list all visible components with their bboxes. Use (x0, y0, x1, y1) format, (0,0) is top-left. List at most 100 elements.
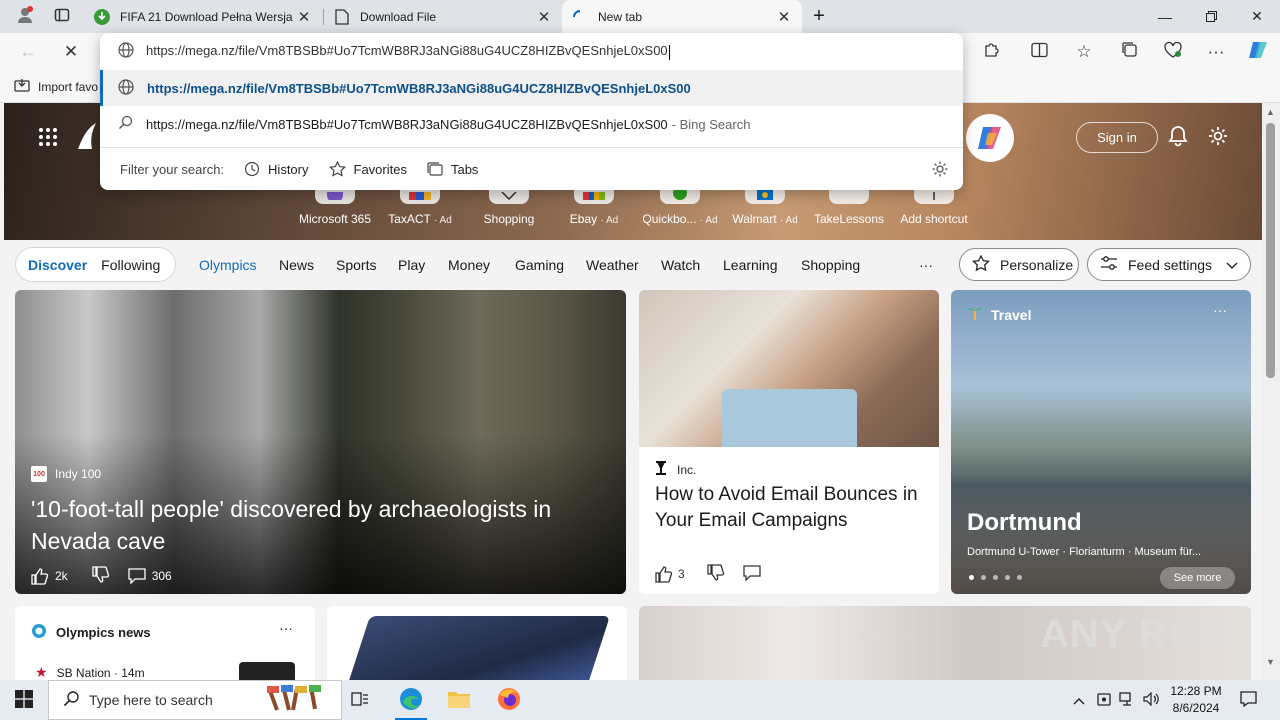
comments-button[interactable]: 306 (128, 568, 172, 584)
restore-button[interactable] (1188, 0, 1234, 33)
quick-link-label: Add shortcut (900, 212, 968, 226)
tab-discover[interactable]: Discover (28, 257, 87, 273)
tab-close-button[interactable]: ✕ (536, 8, 552, 26)
nav-play[interactable]: Play (398, 257, 425, 273)
article-card-main[interactable]: 100 Indy 100 '10-foot-tall people' disco… (15, 290, 626, 594)
address-bar[interactable]: https://mega.nz/file/Vm8TBSBb#Uo7TcmWB8R… (100, 33, 963, 70)
laptop-image (722, 389, 857, 447)
minimize-button[interactable]: — (1142, 0, 1188, 33)
minimize-icon: — (1158, 8, 1172, 25)
tab-download-file[interactable]: Download File ✕ (324, 0, 562, 33)
search-settings-button[interactable] (931, 160, 949, 181)
favorites-button[interactable]: ☆ (1066, 33, 1102, 71)
scroll-down-icon[interactable]: ▼ (1266, 657, 1275, 667)
quick-link-label: Quickbo... (642, 212, 697, 226)
nav-watch[interactable]: Watch (661, 257, 700, 273)
article-headline[interactable]: How to Avoid Email Bounces in Your Email… (655, 482, 925, 534)
notification-icon (1239, 690, 1257, 710)
edge-taskbar-button[interactable] (387, 680, 435, 720)
browser-essentials-button[interactable] (1155, 33, 1191, 71)
network-tray-button[interactable] (1116, 680, 1138, 720)
nav-weather[interactable]: Weather (586, 257, 639, 273)
notification-center-button[interactable] (1234, 680, 1262, 720)
back-button[interactable]: ← (10, 33, 46, 71)
nav-learning[interactable]: Learning (723, 257, 778, 273)
comments-button[interactable] (743, 564, 761, 584)
defender-tray-button[interactable] (1093, 680, 1115, 720)
split-screen-button[interactable] (1021, 33, 1057, 71)
filter-tabs[interactable]: Tabs (427, 162, 478, 177)
import-favorites-button[interactable]: Import favo (14, 78, 98, 95)
task-view-icon (351, 691, 369, 710)
file-explorer-taskbar-button[interactable] (435, 680, 483, 720)
extensions-button[interactable] (973, 33, 1009, 71)
dislike-button[interactable] (92, 566, 110, 586)
taskbar-search-box[interactable]: Type here to search (48, 680, 342, 720)
tab-following[interactable]: Following (101, 257, 160, 273)
thumbs-down-icon (707, 564, 724, 581)
suggestion-url[interactable]: https://mega.nz/file/Vm8TBSBb#Uo7TcmWB8R… (100, 70, 963, 106)
copilot-button[interactable] (1240, 33, 1276, 71)
close-window-button[interactable]: ✕ (1234, 0, 1280, 33)
page-scrollbar[interactable]: ▲ ▼ (1262, 103, 1280, 680)
volume-tray-button[interactable] (1140, 680, 1162, 720)
chevron-down-icon (1226, 257, 1238, 273)
tab-fifa[interactable]: FIFA 21 Download Pełna Wersja z ✕ (84, 0, 322, 33)
firefox-taskbar-button[interactable] (485, 680, 533, 720)
address-input[interactable]: https://mega.nz/file/Vm8TBSBb#Uo7TcmWB8R… (146, 43, 670, 60)
tab-close-button[interactable]: ✕ (296, 8, 312, 26)
feed-toggle: Discover Following (15, 247, 176, 282)
olympics-news-card[interactable]: Olympics news ··· ★ SB Nation · 14m (15, 606, 315, 680)
news-item[interactable]: ★ SB Nation · 14m (35, 664, 145, 680)
article-headline[interactable]: '10-foot-tall people' discovered by arch… (31, 493, 621, 557)
thumbs-down-icon (92, 566, 109, 583)
suggestion-bing-search[interactable]: https://mega.nz/file/Vm8TBSBb#Uo7TcmWB8R… (100, 106, 963, 142)
nav-more-button[interactable]: ··· (919, 257, 933, 273)
profile-button[interactable] (6, 0, 44, 33)
filter-history[interactable]: History (244, 161, 309, 177)
nav-money[interactable]: Money (448, 257, 490, 273)
clock-time: 12:28 PM (1170, 684, 1222, 698)
show-hidden-icons-button[interactable] (1068, 680, 1090, 720)
page-settings-gear-icon[interactable] (1207, 125, 1229, 150)
scrollbar-thumb[interactable] (1266, 123, 1275, 378)
filter-history-label: History (268, 161, 309, 177)
history-icon (244, 161, 260, 177)
article-card-inc[interactable]: Inc. How to Avoid Email Bounces in Your … (639, 290, 939, 594)
card-more-button[interactable]: ··· (279, 620, 293, 636)
start-button[interactable] (0, 680, 48, 720)
scroll-up-icon[interactable]: ▲ (1266, 107, 1275, 117)
article-card-mixer[interactable] (327, 606, 627, 680)
app-launcher-icon[interactable] (38, 127, 58, 150)
filter-label: Filter your search: (120, 161, 225, 177)
nav-olympics[interactable]: Olympics (199, 257, 257, 273)
settings-menu-button[interactable]: ··· (1198, 33, 1234, 71)
like-button[interactable]: 2k (31, 567, 68, 585)
tab-close-button[interactable]: ✕ (776, 8, 792, 26)
like-button[interactable]: 3 (655, 565, 685, 583)
sign-in-button[interactable]: Sign in (1076, 122, 1158, 153)
tab-new-tab[interactable]: New tab ✕ (562, 0, 802, 33)
tab-title: Download File (360, 9, 437, 24)
filter-favorites[interactable]: Favorites (328, 161, 407, 177)
nav-gaming[interactable]: Gaming (515, 257, 564, 273)
task-view-button[interactable] (336, 680, 384, 720)
new-tab-button[interactable]: + (806, 0, 832, 33)
nav-sports[interactable]: Sports (336, 257, 376, 273)
stop-button[interactable]: ✕ (53, 33, 89, 71)
copilot-icon[interactable] (966, 114, 1014, 162)
nav-news[interactable]: News (279, 257, 314, 273)
see-more-button[interactable]: See more (1160, 567, 1235, 589)
dislike-button[interactable] (707, 564, 725, 584)
nav-shopping[interactable]: Shopping (801, 257, 860, 273)
collections-button[interactable] (1111, 33, 1147, 71)
personalize-button[interactable]: Personalize (959, 248, 1079, 281)
travel-card[interactable]: Travel ··· Dortmund Dortmund U-Tower · F… (951, 290, 1251, 594)
travel-title[interactable]: Dortmund (967, 509, 1082, 537)
card-more-button[interactable]: ··· (1213, 302, 1227, 318)
profile-icon (16, 6, 34, 27)
notifications-bell-icon[interactable] (1167, 125, 1189, 150)
taskbar-clock[interactable]: 12:28 PM 8/6/2024 (1166, 683, 1226, 717)
feed-settings-button[interactable]: Feed settings (1087, 248, 1251, 281)
tab-actions-button[interactable] (44, 0, 80, 33)
